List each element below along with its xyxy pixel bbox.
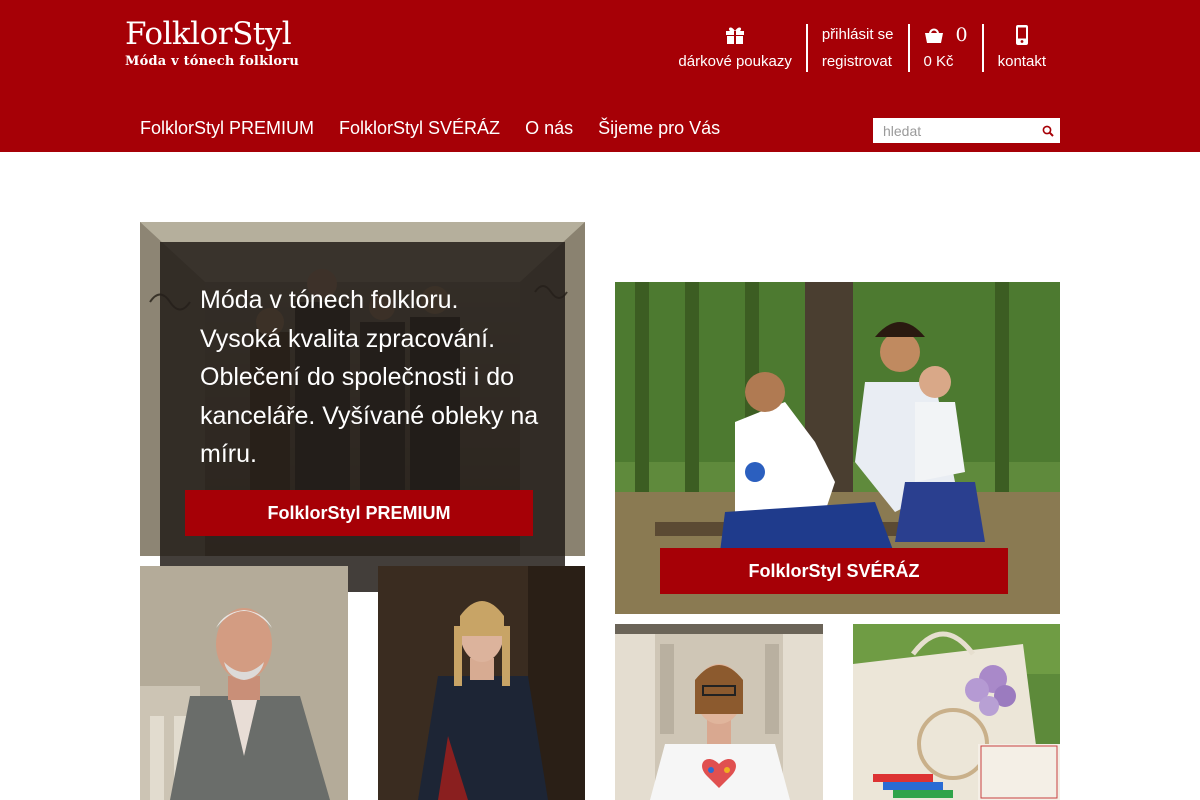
embroidery-kit-image[interactable] <box>853 624 1060 800</box>
contact-link[interactable]: kontakt <box>981 24 1060 72</box>
gift-vouchers-link[interactable]: dárkové poukazy <box>664 24 805 72</box>
logo[interactable]: FolklorStyl Móda v tónech folkloru <box>125 16 299 69</box>
search-input[interactable] <box>873 118 1036 143</box>
login-link[interactable]: přihlásit se <box>822 25 894 45</box>
site-header: FolklorStyl Móda v tónech folkloru dárko… <box>0 0 1200 152</box>
nav-item-sveraz[interactable]: FolklorStyl SVÉRÁZ <box>339 118 500 138</box>
search-button[interactable] <box>1036 118 1060 143</box>
search-icon <box>1042 125 1054 137</box>
shopping-basket-icon <box>924 24 944 46</box>
login-links: přihlásit se registrovat <box>805 24 908 72</box>
sveraz-button[interactable]: FolklorStyl SVÉRÁZ <box>660 548 1008 594</box>
search-box <box>873 118 1060 143</box>
premium-woman-image[interactable] <box>378 566 585 800</box>
nav-item-about[interactable]: O nás <box>525 118 573 138</box>
nav-item-premium[interactable]: FolklorStyl PREMIUM <box>140 118 314 138</box>
register-link[interactable]: registrovat <box>822 52 892 72</box>
contact-label: kontakt <box>997 53 1046 70</box>
mobile-phone-icon <box>1015 24 1029 46</box>
gift-icon <box>725 24 745 46</box>
cart-link[interactable]: 0 0 Kč <box>907 24 982 72</box>
top-links: dárkové poukazy přihlásit se registrovat… <box>664 24 1060 72</box>
cart-total: 0 Kč <box>923 53 954 70</box>
cart-count: 0 <box>955 24 968 46</box>
premium-button[interactable]: FolklorStyl PREMIUM <box>185 490 533 536</box>
logo-subtitle: Móda v tónech folkloru <box>125 54 299 69</box>
cart-summary: 0 <box>924 24 968 46</box>
hero-text: Móda v tónech folkloru. Vysoká kvalita z… <box>200 286 539 468</box>
tailoring-image[interactable] <box>615 624 823 800</box>
premium-man-image[interactable] <box>140 566 348 800</box>
main-nav: FolklorStyl PREMIUM FolklorStyl SVÉRÁZ O… <box>140 118 720 138</box>
nav-item-tailoring[interactable]: Šijeme pro Vás <box>598 118 720 138</box>
logo-title: FolklorStyl <box>125 16 292 52</box>
gift-vouchers-label: dárkové poukazy <box>678 53 792 70</box>
